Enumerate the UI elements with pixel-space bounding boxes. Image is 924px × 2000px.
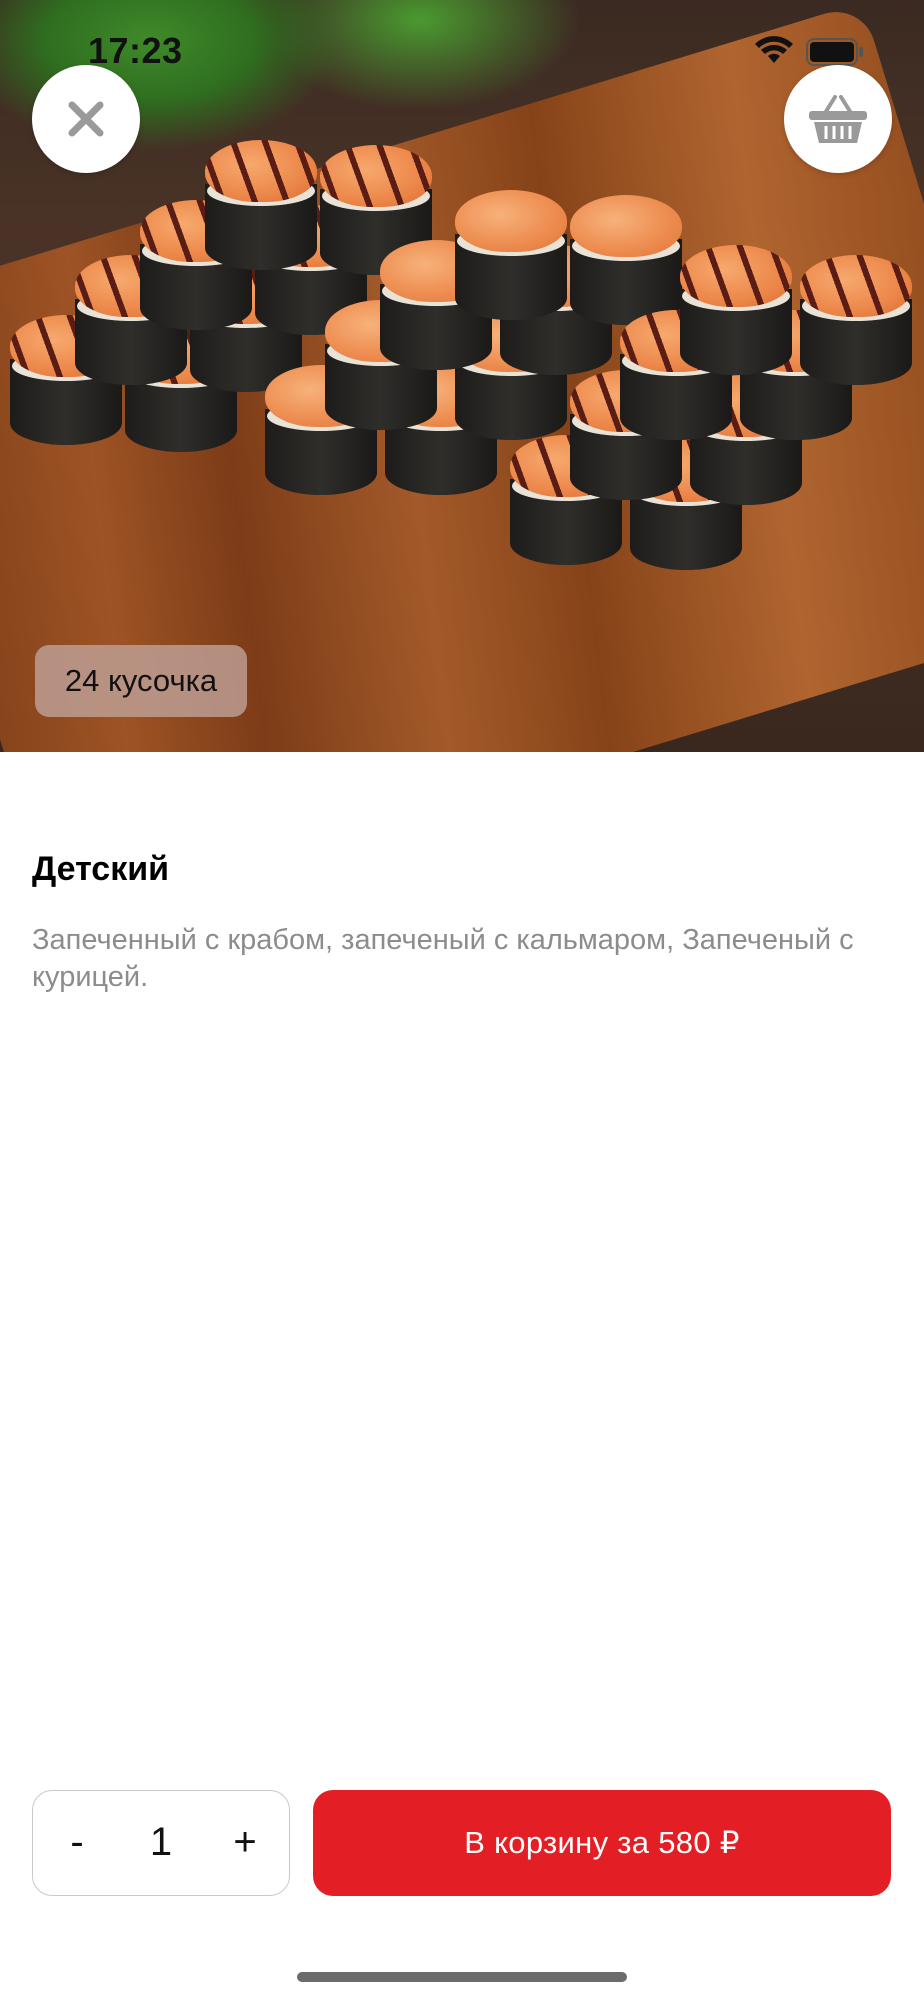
sushi-roll: [800, 255, 912, 385]
sushi-roll: [680, 245, 792, 375]
battery-icon: [806, 38, 863, 66]
home-indicator: [297, 1972, 627, 1982]
sushi-roll: [455, 190, 567, 320]
basket-button[interactable]: [784, 65, 892, 173]
increase-button[interactable]: +: [213, 1791, 277, 1894]
quantity-stepper: - 1 +: [32, 1790, 290, 1896]
status-time: 17:23: [88, 30, 183, 71]
sushi-roll: [570, 195, 682, 325]
product-title: Детский: [32, 850, 170, 888]
basket-icon: [809, 95, 867, 143]
wifi-icon: [755, 36, 793, 63]
decrease-button[interactable]: -: [47, 1791, 107, 1894]
close-icon: [68, 101, 104, 137]
close-button[interactable]: [32, 65, 140, 173]
add-to-cart-button[interactable]: В корзину за 580 ₽: [313, 1790, 891, 1896]
product-description: Запеченный с крабом, запеченый с кальмар…: [32, 924, 854, 993]
sushi-roll: [205, 140, 317, 270]
pieces-badge: 24 кусочка: [35, 645, 247, 717]
quantity-value: 1: [149, 1820, 173, 1864]
